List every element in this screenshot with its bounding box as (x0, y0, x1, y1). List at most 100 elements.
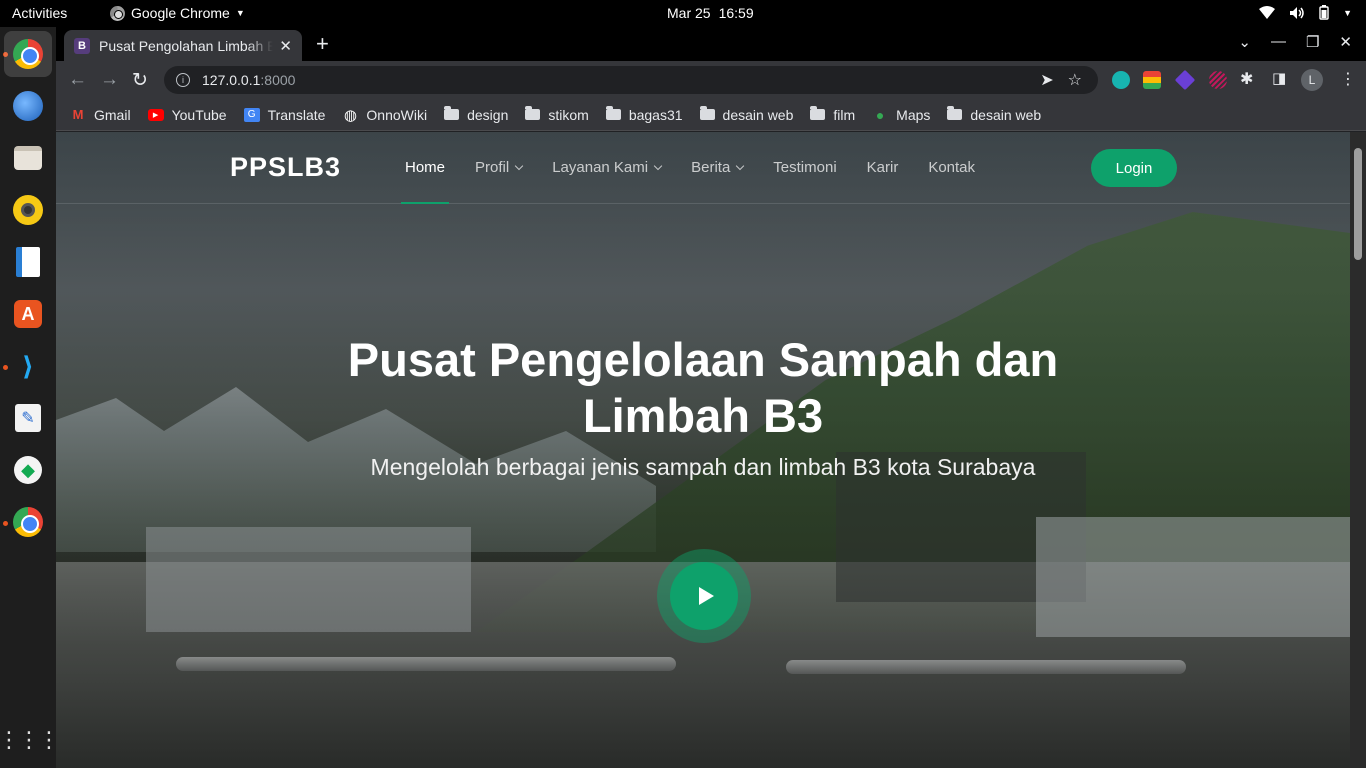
nav-item-home[interactable]: Home (400, 159, 450, 204)
minimize-button[interactable]: — (1271, 33, 1286, 51)
system-top-bar: Activities Google Chrome ▼ Mar 25 16:59 … (0, 0, 1366, 27)
new-tab-button[interactable]: + (316, 31, 329, 57)
scrollbar-thumb[interactable] (1354, 148, 1362, 260)
running-indicator (3, 365, 8, 370)
app-menu[interactable]: Google Chrome ▼ (110, 5, 245, 21)
menu-kebab-icon[interactable]: ⋮ (1340, 69, 1356, 89)
tab-search-icon[interactable]: ⌄ (1238, 33, 1251, 51)
bookmark-film[interactable]: film (810, 106, 855, 123)
tab-active[interactable]: B Pusat Pengolahan Limbah B3 ✕ (64, 30, 302, 61)
dock-chrome-2[interactable] (10, 504, 46, 540)
hero-title: Pusat Pengelolaan Sampah dan Limbah B3 (347, 333, 1059, 442)
site-info-icon[interactable]: i (176, 73, 190, 87)
background-building (146, 527, 471, 632)
bookmark-youtube[interactable]: ▶ YouTube (147, 106, 227, 123)
bookmark-label: stikom (548, 106, 589, 123)
text-editor-icon: ✎ (15, 404, 41, 432)
nav-item-kontak[interactable]: Kontak (928, 159, 975, 176)
battery-icon (1319, 5, 1329, 20)
dock-thunderbird[interactable] (10, 88, 46, 124)
bookmark-label: desain web (970, 106, 1042, 123)
bookmark-bagas31[interactable]: bagas31 (605, 106, 683, 123)
files-icon (14, 146, 42, 170)
reload-button[interactable]: ↻ (132, 69, 148, 92)
site-header: PPSLB3 Home Profil Layanan Kami Berita Testi… (56, 132, 1350, 204)
bookmark-stikom[interactable]: stikom (525, 106, 589, 123)
close-tab-icon[interactable]: ✕ (279, 37, 292, 55)
chevron-down-icon (653, 161, 663, 170)
back-button[interactable]: ← (68, 69, 87, 91)
nav-item-profil[interactable]: Profil (475, 159, 524, 176)
nav-item-berita[interactable]: Berita (691, 159, 745, 176)
bookmark-label: bagas31 (628, 106, 683, 123)
app-menu-label: Google Chrome (131, 5, 230, 21)
bookmark-onnowiki[interactable]: ◍ OnnoWiki (342, 106, 427, 124)
login-button[interactable]: Login (1091, 149, 1177, 187)
caret-down-icon: ▼ (235, 8, 245, 18)
chrome-icon (110, 5, 125, 21)
bookmark-desain-web[interactable]: desain web (699, 106, 794, 123)
dock-chrome[interactable] (4, 31, 52, 77)
hero-subtitle: Mengelolah berbagai jenis sampah dan lim… (370, 454, 1036, 480)
chevron-down-icon (736, 161, 745, 170)
app-grid-icon: ⋮⋮⋮ (0, 727, 60, 752)
activities-button[interactable]: Activities (12, 5, 67, 21)
send-to-device-icon[interactable]: ➤ (1040, 70, 1053, 90)
nav-item-label: Berita (691, 159, 731, 176)
running-indicator (3, 521, 8, 526)
side-panel-icon[interactable]: ◨ (1272, 69, 1286, 87)
dock-rhythmbox[interactable] (10, 192, 46, 228)
extension-m-icon[interactable] (1112, 71, 1130, 89)
tab-title: Pusat Pengolahan Limbah B3 (99, 37, 274, 54)
bookmark-label: desain web (722, 106, 794, 123)
mongodb-icon: ◆ (14, 456, 42, 484)
dock-vscode[interactable]: ⟩ (10, 348, 46, 384)
page-scrollbar[interactable] (1350, 132, 1366, 768)
folder-icon (699, 106, 715, 120)
bookmark-translate[interactable]: G Translate (243, 107, 325, 123)
maximize-button[interactable]: ❐ (1306, 33, 1319, 51)
profile-avatar[interactable]: L (1301, 69, 1323, 91)
dock-software[interactable]: A (10, 296, 46, 332)
thunderbird-icon (13, 91, 43, 121)
bookmark-label: Gmail (94, 106, 131, 123)
nav-item-karir[interactable]: Karir (867, 159, 899, 176)
browser-toolbar: ← → ↻ i 127.0.0.1:8000 ➤ ☆ ✱ ◨ L ⋮ (56, 61, 1366, 99)
show-apps-button[interactable]: ⋮⋮⋮ (0, 722, 60, 758)
clock-date: Mar 25 (667, 5, 711, 21)
site-logo[interactable]: PPSLB3 (230, 152, 341, 183)
bookmark-gmail[interactable]: M Gmail (70, 107, 131, 123)
clock[interactable]: Mar 25 16:59 (667, 5, 754, 21)
play-video-button[interactable] (657, 549, 751, 643)
url-host: 127.0.0.1 (202, 72, 261, 88)
dock-writer[interactable] (10, 244, 46, 280)
clock-time: 16:59 (718, 5, 754, 21)
dock-text-editor[interactable]: ✎ (10, 400, 46, 436)
folder-icon (810, 106, 826, 120)
volume-icon (1290, 6, 1304, 19)
bookmark-label: YouTube (171, 106, 227, 123)
extension-stripes-icon[interactable] (1209, 71, 1227, 89)
extension-colorful-icon[interactable] (1143, 71, 1161, 89)
dock-mongodb[interactable]: ◆ (10, 452, 46, 488)
background-building (1036, 517, 1350, 637)
nav-item-testimoni[interactable]: Testimoni (773, 159, 836, 176)
wiki-icon: ◍ (343, 106, 357, 124)
close-window-button[interactable]: ✕ (1339, 33, 1352, 51)
system-tray[interactable]: ▼ (1259, 5, 1352, 20)
address-bar[interactable]: i 127.0.0.1:8000 ➤ ☆ (164, 66, 1098, 94)
background-pipe (176, 657, 676, 671)
bookmark-label: Maps (896, 106, 931, 123)
dock-files[interactable] (10, 140, 46, 176)
window-controls: ⌄ — ❐ ✕ (1238, 33, 1352, 51)
play-button-inner (670, 562, 738, 630)
url-port: :8000 (260, 72, 296, 88)
nav-item-layanan-kami[interactable]: Layanan Kami (552, 159, 663, 176)
bookmark-desain-web[interactable]: desain web (947, 106, 1042, 123)
forward-button[interactable]: → (100, 69, 119, 91)
extensions-puzzle-icon[interactable]: ✱ (1240, 69, 1253, 89)
bookmark-star-icon[interactable]: ☆ (1068, 70, 1082, 90)
bookmark-design[interactable]: design (444, 106, 508, 123)
bookmark-maps[interactable]: ● Maps (872, 107, 930, 123)
extension-diamond-icon[interactable] (1174, 69, 1196, 91)
